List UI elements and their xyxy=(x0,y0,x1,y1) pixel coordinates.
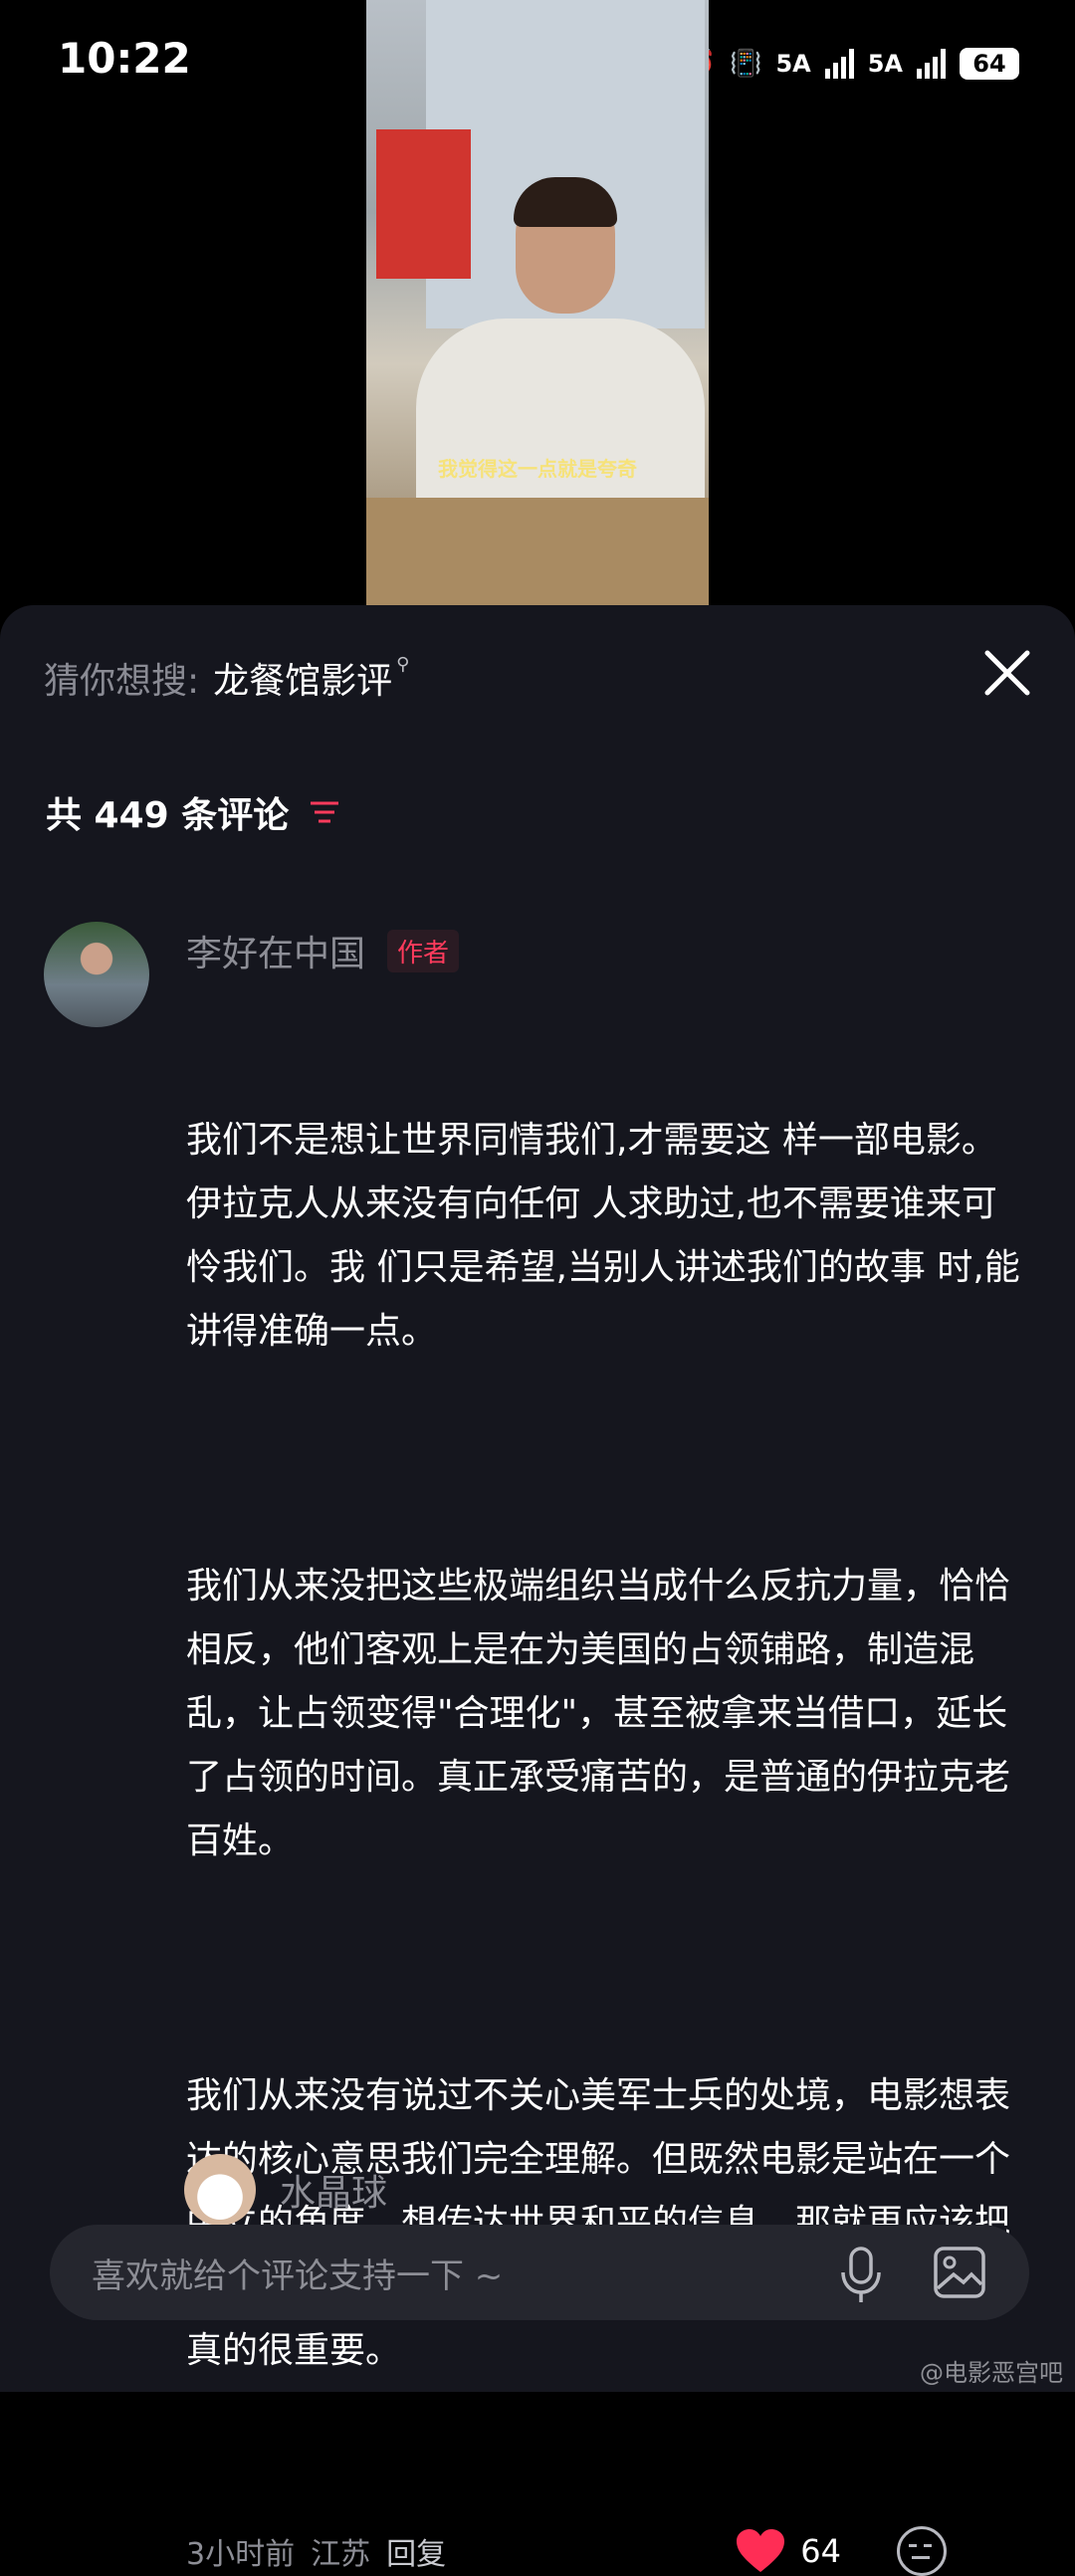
emoji-reaction-icon[interactable] xyxy=(897,2526,947,2576)
comment-input[interactable]: 喜欢就给个评论支持一下 ~ xyxy=(50,2225,1029,2320)
watermark: @电影恶宫吧 xyxy=(920,2359,1063,2387)
video-subtitle: 我觉得这一点就是夸奇 xyxy=(438,457,637,481)
video-desk xyxy=(366,498,709,607)
comment-count: 共 449 条评论 xyxy=(46,786,340,838)
sort-icon[interactable] xyxy=(309,797,340,827)
comment-location: 江苏 xyxy=(311,2537,371,2572)
comments-sheet: 猜你想搜: 龙餐馆影评 ⚲ 共 449 条评论 李好在中国 作者 我们不是想让世… xyxy=(0,605,1075,2576)
clock: 10:22 xyxy=(58,34,191,83)
comment-time: 3小时前 xyxy=(186,2537,296,2572)
search-icon: ⚲ xyxy=(396,654,410,675)
avatar[interactable] xyxy=(44,922,149,1027)
signal-icon-2 xyxy=(917,49,946,79)
close-icon[interactable] xyxy=(979,645,1035,701)
comment-count-label: 共 449 条评论 xyxy=(46,795,290,836)
author-badge: 作者 xyxy=(387,929,460,972)
reply-button[interactable]: 回复 xyxy=(386,2529,446,2573)
video-poster xyxy=(376,129,471,279)
comment-author: 李好在中国 作者 xyxy=(186,922,1022,979)
microphone-icon[interactable] xyxy=(838,2247,884,2304)
comment-input-placeholder: 喜欢就给个评论支持一下 ~ xyxy=(92,2256,504,2296)
username[interactable]: 李好在中国 xyxy=(186,925,365,976)
battery-icon: 64 xyxy=(960,48,1019,80)
heart-icon[interactable] xyxy=(735,2528,786,2574)
suggestion-prefix: 猜你想搜: xyxy=(44,661,200,702)
video-player[interactable]: 我觉得这一点就是夸奇 xyxy=(366,0,709,607)
network-type-icon: 5A xyxy=(775,50,811,78)
username[interactable]: 水晶球 xyxy=(280,2164,387,2216)
like-group: 64 xyxy=(735,2526,963,2576)
signal-icon xyxy=(824,49,854,79)
image-icon[interactable] xyxy=(934,2247,985,2298)
comment-meta: 3小时前 江苏 回复 64 xyxy=(186,2526,1022,2576)
comment-paragraph: 我们不是想让世界同情我们,才需要这 样一部电影。伊拉克人从来没有向任何 人求助过… xyxy=(186,1120,1020,1352)
comment-body: 李好在中国 作者 我们不是想让世界同情我们,才需要这 样一部电影。伊拉克人从来没… xyxy=(186,922,1022,2576)
avatar[interactable] xyxy=(184,2154,256,2226)
next-comment: 水晶球 xyxy=(184,2154,387,2226)
network-type-icon-2: 5A xyxy=(867,50,903,78)
search-suggestion[interactable]: 猜你想搜: 龙餐馆影评 ⚲ xyxy=(44,652,409,704)
comment-paragraph: 我们从来没把这些极端组织当成什么反抗力量，恰恰相反，他们客观上是在为美国的占领铺… xyxy=(186,1566,1011,1861)
vibrate-icon: 📳 xyxy=(730,49,762,79)
suggestion-keyword[interactable]: 龙餐馆影评 xyxy=(213,652,392,704)
like-count: 64 xyxy=(800,2532,841,2570)
